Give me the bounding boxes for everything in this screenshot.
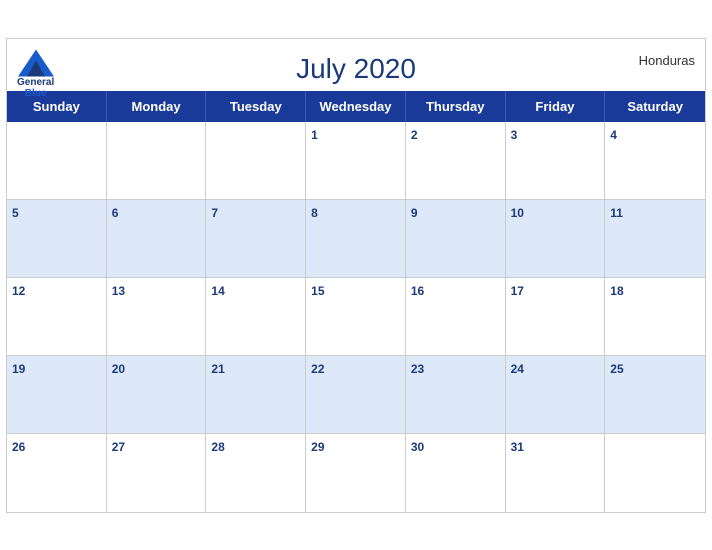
day-number: 5 bbox=[12, 206, 19, 220]
calendar-cell: 30 bbox=[406, 434, 506, 512]
calendar-cell: 8 bbox=[306, 200, 406, 278]
day-number: 2 bbox=[411, 128, 418, 142]
calendar-cell: 19 bbox=[7, 356, 107, 434]
day-number: 17 bbox=[511, 284, 524, 298]
calendar-week-3: 12 13 14 15 16 17 18 bbox=[7, 278, 705, 356]
calendar-cell: 23 bbox=[406, 356, 506, 434]
day-number: 31 bbox=[511, 440, 524, 454]
calendar-cell: 5 bbox=[7, 200, 107, 278]
calendar-cell: 7 bbox=[206, 200, 306, 278]
calendar-week-4: 19 20 21 22 23 24 25 bbox=[7, 356, 705, 434]
calendar-cell bbox=[7, 122, 107, 200]
day-number: 30 bbox=[411, 440, 424, 454]
day-number: 15 bbox=[311, 284, 324, 298]
calendar-cell: 27 bbox=[107, 434, 207, 512]
calendar-cell: 16 bbox=[406, 278, 506, 356]
logo-blue: Blue bbox=[25, 88, 47, 99]
logo: General Blue bbox=[17, 49, 54, 99]
calendar-cell: 24 bbox=[506, 356, 606, 434]
day-number: 21 bbox=[211, 362, 224, 376]
calendar-cell: 31 bbox=[506, 434, 606, 512]
logo-icon bbox=[18, 49, 54, 77]
calendar-cell: 11 bbox=[605, 200, 705, 278]
calendar-cell: 25 bbox=[605, 356, 705, 434]
calendar-cell: 22 bbox=[306, 356, 406, 434]
day-number: 12 bbox=[12, 284, 25, 298]
calendar: General Blue July 2020 Honduras Sunday M… bbox=[6, 38, 706, 513]
calendar-cell: 17 bbox=[506, 278, 606, 356]
calendar-cell: 18 bbox=[605, 278, 705, 356]
day-number: 26 bbox=[12, 440, 25, 454]
calendar-cell bbox=[107, 122, 207, 200]
day-wednesday: Wednesday bbox=[306, 91, 406, 122]
calendar-cell: 2 bbox=[406, 122, 506, 200]
day-number: 8 bbox=[311, 206, 318, 220]
calendar-cell bbox=[605, 434, 705, 512]
calendar-cell: 20 bbox=[107, 356, 207, 434]
day-thursday: Thursday bbox=[406, 91, 506, 122]
calendar-cell: 15 bbox=[306, 278, 406, 356]
calendar-cell: 9 bbox=[406, 200, 506, 278]
day-number: 14 bbox=[211, 284, 224, 298]
day-number: 24 bbox=[511, 362, 524, 376]
calendar-grid: 1234567891011121314151617181920212223242… bbox=[7, 122, 705, 512]
day-number: 13 bbox=[112, 284, 125, 298]
day-number: 10 bbox=[511, 206, 524, 220]
day-monday: Monday bbox=[107, 91, 207, 122]
calendar-cell: 29 bbox=[306, 434, 406, 512]
day-number: 1 bbox=[311, 128, 318, 142]
calendar-header: General Blue July 2020 Honduras bbox=[7, 39, 705, 91]
day-number: 19 bbox=[12, 362, 25, 376]
day-number: 4 bbox=[610, 128, 617, 142]
calendar-cell bbox=[206, 122, 306, 200]
calendar-cell: 10 bbox=[506, 200, 606, 278]
day-number: 29 bbox=[311, 440, 324, 454]
day-number: 28 bbox=[211, 440, 224, 454]
day-number: 6 bbox=[112, 206, 119, 220]
day-number: 22 bbox=[311, 362, 324, 376]
day-number: 23 bbox=[411, 362, 424, 376]
calendar-cell: 14 bbox=[206, 278, 306, 356]
day-number: 16 bbox=[411, 284, 424, 298]
logo-general: General bbox=[17, 77, 54, 88]
day-number: 18 bbox=[610, 284, 623, 298]
day-number: 25 bbox=[610, 362, 623, 376]
calendar-cell: 21 bbox=[206, 356, 306, 434]
day-number: 20 bbox=[112, 362, 125, 376]
calendar-cell: 1 bbox=[306, 122, 406, 200]
country-name: Honduras bbox=[639, 53, 695, 68]
calendar-cell: 3 bbox=[506, 122, 606, 200]
calendar-cell: 28 bbox=[206, 434, 306, 512]
day-saturday: Saturday bbox=[605, 91, 705, 122]
day-number: 3 bbox=[511, 128, 518, 142]
calendar-cell: 13 bbox=[107, 278, 207, 356]
calendar-cell: 4 bbox=[605, 122, 705, 200]
day-number: 27 bbox=[112, 440, 125, 454]
day-tuesday: Tuesday bbox=[206, 91, 306, 122]
calendar-title: July 2020 bbox=[17, 53, 695, 85]
day-number: 11 bbox=[610, 206, 623, 220]
calendar-week-1: 1 2 3 4 bbox=[7, 122, 705, 200]
calendar-cell: 12 bbox=[7, 278, 107, 356]
calendar-week-5: 26 27 28 29 30 31 bbox=[7, 434, 705, 512]
days-header: Sunday Monday Tuesday Wednesday Thursday… bbox=[7, 91, 705, 122]
calendar-week-2: 5 6 7 8 9 10 11 bbox=[7, 200, 705, 278]
calendar-cell: 6 bbox=[107, 200, 207, 278]
day-number: 7 bbox=[211, 206, 218, 220]
day-friday: Friday bbox=[506, 91, 606, 122]
calendar-cell: 26 bbox=[7, 434, 107, 512]
day-number: 9 bbox=[411, 206, 418, 220]
